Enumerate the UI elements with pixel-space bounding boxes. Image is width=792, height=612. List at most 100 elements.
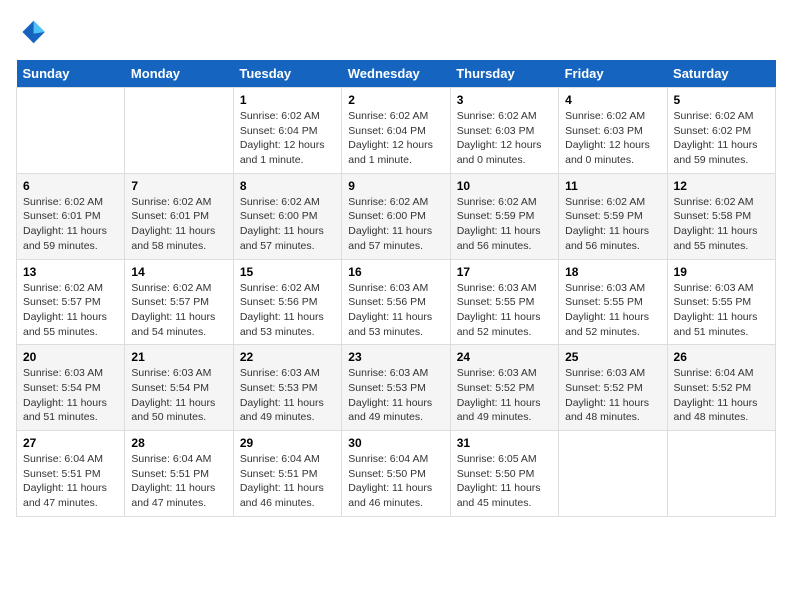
col-header-sunday: Sunday [17, 60, 125, 88]
day-number: 31 [457, 436, 552, 450]
calendar-cell: 30 Sunrise: 6:04 AM Sunset: 5:50 PM Dayli… [342, 431, 450, 517]
week-row-4: 20 Sunrise: 6:03 AM Sunset: 5:54 PM Dayli… [17, 345, 776, 431]
page-header [16, 16, 776, 48]
day-info: Sunrise: 6:02 AM Sunset: 5:56 PM Dayligh… [240, 281, 335, 340]
day-number: 25 [565, 350, 660, 364]
day-number: 1 [240, 93, 335, 107]
col-header-saturday: Saturday [667, 60, 775, 88]
calendar-cell: 19 Sunrise: 6:03 AM Sunset: 5:55 PM Dayli… [667, 259, 775, 345]
calendar-cell: 31 Sunrise: 6:05 AM Sunset: 5:50 PM Dayli… [450, 431, 558, 517]
day-info: Sunrise: 6:02 AM Sunset: 5:59 PM Dayligh… [457, 195, 552, 254]
header-row: SundayMondayTuesdayWednesdayThursdayFrid… [17, 60, 776, 88]
logo-icon [16, 16, 48, 48]
calendar-cell: 13Sunrise: 6:02 AM Sunset: 5:57 PM Dayli… [17, 259, 125, 345]
calendar-cell: 17 Sunrise: 6:03 AM Sunset: 5:55 PM Dayli… [450, 259, 558, 345]
day-info: Sunrise: 6:02 AM Sunset: 6:03 PM Dayligh… [457, 109, 552, 168]
calendar-cell: 2 Sunrise: 6:02 AM Sunset: 6:04 PM Daylig… [342, 88, 450, 174]
day-info: Sunrise: 6:03 AM Sunset: 5:55 PM Dayligh… [457, 281, 552, 340]
day-number: 4 [565, 93, 660, 107]
calendar-cell: 9Sunrise: 6:02 AM Sunset: 6:00 PM Daylig… [342, 173, 450, 259]
calendar-cell: 16 Sunrise: 6:03 AM Sunset: 5:56 PM Dayli… [342, 259, 450, 345]
calendar-cell: 5 Sunrise: 6:02 AM Sunset: 6:02 PM Daylig… [667, 88, 775, 174]
day-info: Sunrise: 6:04 AM Sunset: 5:51 PM Dayligh… [240, 452, 335, 511]
calendar-cell: 23 Sunrise: 6:03 AM Sunset: 5:53 PM Dayli… [342, 345, 450, 431]
day-number: 5 [674, 93, 769, 107]
day-number: 23 [348, 350, 443, 364]
day-number: 13 [23, 265, 118, 279]
day-info: Sunrise: 6:03 AM Sunset: 5:56 PM Dayligh… [348, 281, 443, 340]
day-number: 15 [240, 265, 335, 279]
logo [16, 16, 52, 48]
day-info: Sunrise: 6:02 AM Sunset: 5:58 PM Dayligh… [674, 195, 769, 254]
day-info: Sunrise: 6:02 AM Sunset: 6:03 PM Dayligh… [565, 109, 660, 168]
day-number: 9 [348, 179, 443, 193]
day-number: 28 [131, 436, 226, 450]
day-number: 12 [674, 179, 769, 193]
calendar-cell: 26Sunrise: 6:04 AM Sunset: 5:52 PM Dayli… [667, 345, 775, 431]
calendar-cell: 15 Sunrise: 6:02 AM Sunset: 5:56 PM Dayli… [233, 259, 341, 345]
day-number: 26 [674, 350, 769, 364]
calendar-cell [559, 431, 667, 517]
calendar-cell: 22 Sunrise: 6:03 AM Sunset: 5:53 PM Dayli… [233, 345, 341, 431]
day-number: 24 [457, 350, 552, 364]
calendar-cell: 10 Sunrise: 6:02 AM Sunset: 5:59 PM Dayli… [450, 173, 558, 259]
day-number: 22 [240, 350, 335, 364]
day-info: Sunrise: 6:03 AM Sunset: 5:54 PM Dayligh… [23, 366, 118, 425]
day-info: Sunrise: 6:02 AM Sunset: 6:01 PM Dayligh… [131, 195, 226, 254]
col-header-thursday: Thursday [450, 60, 558, 88]
day-number: 27 [23, 436, 118, 450]
day-number: 17 [457, 265, 552, 279]
day-info: Sunrise: 6:02 AM Sunset: 6:02 PM Dayligh… [674, 109, 769, 168]
day-number: 3 [457, 93, 552, 107]
calendar-cell: 8Sunrise: 6:02 AM Sunset: 6:00 PM Daylig… [233, 173, 341, 259]
calendar-cell: 25 Sunrise: 6:03 AM Sunset: 5:52 PM Dayli… [559, 345, 667, 431]
week-row-5: 27 Sunrise: 6:04 AM Sunset: 5:51 PM Dayli… [17, 431, 776, 517]
day-info: Sunrise: 6:02 AM Sunset: 6:00 PM Dayligh… [240, 195, 335, 254]
calendar-cell: 29 Sunrise: 6:04 AM Sunset: 5:51 PM Dayli… [233, 431, 341, 517]
day-info: Sunrise: 6:02 AM Sunset: 5:59 PM Dayligh… [565, 195, 660, 254]
calendar-cell: 11Sunrise: 6:02 AM Sunset: 5:59 PM Dayli… [559, 173, 667, 259]
calendar-cell: 28 Sunrise: 6:04 AM Sunset: 5:51 PM Dayli… [125, 431, 233, 517]
day-info: Sunrise: 6:03 AM Sunset: 5:55 PM Dayligh… [674, 281, 769, 340]
calendar-table: SundayMondayTuesdayWednesdayThursdayFrid… [16, 60, 776, 517]
calendar-cell [17, 88, 125, 174]
calendar-cell [125, 88, 233, 174]
day-number: 29 [240, 436, 335, 450]
day-info: Sunrise: 6:03 AM Sunset: 5:53 PM Dayligh… [348, 366, 443, 425]
calendar-cell: 21Sunrise: 6:03 AM Sunset: 5:54 PM Dayli… [125, 345, 233, 431]
day-info: Sunrise: 6:04 AM Sunset: 5:51 PM Dayligh… [131, 452, 226, 511]
day-number: 19 [674, 265, 769, 279]
col-header-wednesday: Wednesday [342, 60, 450, 88]
calendar-cell: 3 Sunrise: 6:02 AM Sunset: 6:03 PM Daylig… [450, 88, 558, 174]
calendar-cell: 7 Sunrise: 6:02 AM Sunset: 6:01 PM Daylig… [125, 173, 233, 259]
calendar-cell: 1 Sunrise: 6:02 AM Sunset: 6:04 PM Daylig… [233, 88, 341, 174]
week-row-1: 1 Sunrise: 6:02 AM Sunset: 6:04 PM Daylig… [17, 88, 776, 174]
calendar-cell: 27 Sunrise: 6:04 AM Sunset: 5:51 PM Dayli… [17, 431, 125, 517]
day-number: 14 [131, 265, 226, 279]
day-info: Sunrise: 6:04 AM Sunset: 5:50 PM Dayligh… [348, 452, 443, 511]
day-number: 2 [348, 93, 443, 107]
day-info: Sunrise: 6:04 AM Sunset: 5:51 PM Dayligh… [23, 452, 118, 511]
calendar-cell: 4 Sunrise: 6:02 AM Sunset: 6:03 PM Daylig… [559, 88, 667, 174]
day-info: Sunrise: 6:02 AM Sunset: 6:04 PM Dayligh… [348, 109, 443, 168]
col-header-tuesday: Tuesday [233, 60, 341, 88]
day-number: 7 [131, 179, 226, 193]
week-row-2: 6 Sunrise: 6:02 AM Sunset: 6:01 PM Daylig… [17, 173, 776, 259]
day-number: 30 [348, 436, 443, 450]
day-info: Sunrise: 6:03 AM Sunset: 5:55 PM Dayligh… [565, 281, 660, 340]
day-number: 10 [457, 179, 552, 193]
day-number: 20 [23, 350, 118, 364]
col-header-friday: Friday [559, 60, 667, 88]
calendar-cell [667, 431, 775, 517]
day-number: 6 [23, 179, 118, 193]
day-info: Sunrise: 6:02 AM Sunset: 5:57 PM Dayligh… [131, 281, 226, 340]
day-info: Sunrise: 6:03 AM Sunset: 5:53 PM Dayligh… [240, 366, 335, 425]
day-info: Sunrise: 6:05 AM Sunset: 5:50 PM Dayligh… [457, 452, 552, 511]
calendar-cell: 14 Sunrise: 6:02 AM Sunset: 5:57 PM Dayli… [125, 259, 233, 345]
day-info: Sunrise: 6:02 AM Sunset: 6:01 PM Dayligh… [23, 195, 118, 254]
day-info: Sunrise: 6:02 AM Sunset: 6:04 PM Dayligh… [240, 109, 335, 168]
day-number: 18 [565, 265, 660, 279]
day-number: 16 [348, 265, 443, 279]
day-info: Sunrise: 6:03 AM Sunset: 5:52 PM Dayligh… [565, 366, 660, 425]
day-info: Sunrise: 6:03 AM Sunset: 5:54 PM Dayligh… [131, 366, 226, 425]
